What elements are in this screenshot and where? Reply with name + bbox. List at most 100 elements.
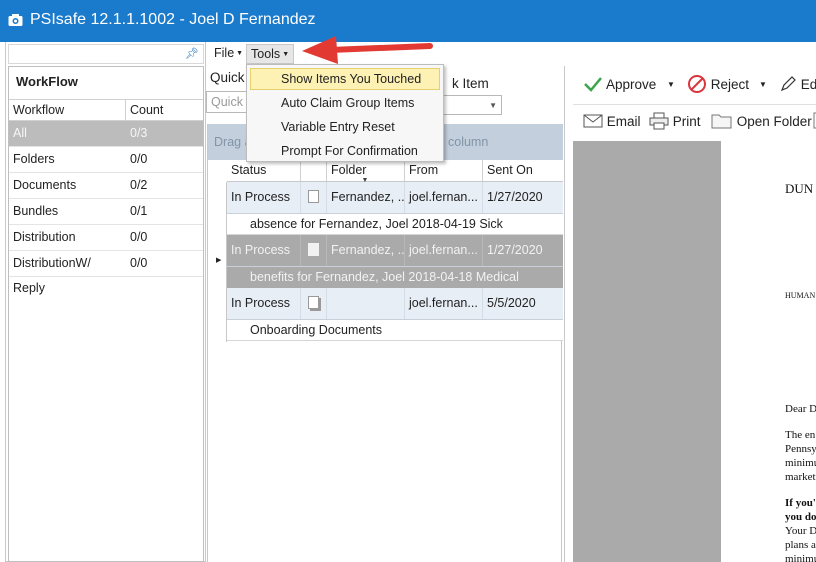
open-folder-button[interactable]: Open Folder [711,105,812,138]
workflow-item-count: 0/0 [130,152,148,166]
workflow-item-label: Bundles [13,204,59,218]
approve-label: Approve [606,77,657,92]
quick-search-input[interactable]: Quick S [206,91,248,113]
row-sent-on: 1/27/2020 [487,190,543,204]
row-folder: Fernandez, ... [327,182,405,213]
doc-text: Dear D [785,403,816,415]
workflow-item-distribution[interactable]: Distribution 0/0 [9,225,203,251]
workflow-column-headers: Workflow Count [9,99,203,121]
print-button[interactable]: Print [649,105,701,138]
email-button[interactable]: Email [583,105,641,138]
doc-text: DUN [785,181,814,196]
sent-on-column-header[interactable]: Sent On [483,160,563,181]
camera-icon [8,14,23,26]
row-indicator-column: ▶ [208,182,227,342]
workflow-item-count: 0/0 [130,256,148,270]
group-hint-text-end: column [448,135,489,149]
preview-panel: Approve ▼ Reject ▼ Ed Email Print Open F… [564,66,816,562]
workflow-item-bundles[interactable]: Bundles 0/1 [9,199,203,225]
folder-column-header[interactable]: Folder▼ [327,160,405,184]
doc-text: HUMAN [785,291,816,300]
doc-text: If you' [785,497,816,509]
search-item-label: k Item [452,76,489,91]
document-page: DUN HUMAN Dear D The en Pennsy minimu ma… [721,141,816,562]
chevron-down-icon: ▼ [236,50,244,57]
menu-item-variable-entry-reset[interactable]: Variable Entry Reset [250,116,440,138]
workflow-item-documents[interactable]: Documents 0/2 [9,173,203,199]
doc-text: market [785,471,816,483]
row-folder: Fernandez, ... [327,235,405,266]
row-from: joel.fernan... [405,235,483,266]
pencil-icon [780,76,796,92]
workflow-item-label: All [13,126,27,140]
table-row[interactable]: In Process joel.fernan... 5/5/2020 [227,288,563,320]
count-column-header[interactable]: Count [126,100,163,120]
menu-item-auto-claim-group-items[interactable]: Auto Claim Group Items [250,92,440,114]
workflow-grid: Drag a column Status Folder▼ From Sent O… [207,124,563,562]
tools-dropdown-menu: Show Items You Touched Auto Claim Group … [246,64,444,162]
workflow-panel: 📌︎ WorkFlow Workflow Count All 0/3 Folde… [5,42,206,562]
workflow-column-header[interactable]: Workflow [9,100,126,120]
menu-item-show-items-you-touched[interactable]: Show Items You Touched [250,68,440,90]
folder-column-label: Folder [331,163,367,177]
row-sent-on: 5/5/2020 [487,296,536,310]
table-row[interactable]: In Process Fernandez, ... joel.fernan...… [227,235,563,267]
title-bar: PSIsafe 12.1.1.1002 - Joel D Fernandez [0,0,816,42]
document-icon [301,235,327,266]
type-column-header[interactable] [301,160,327,181]
open-folder-label: Open Folder [736,114,812,129]
bundle-icon [301,288,327,319]
table-row[interactable]: In Process Fernandez, ... joel.fernan...… [227,182,563,214]
row-from: joel.fernan... [405,182,483,213]
doc-text: minimu [785,553,816,562]
edit-button[interactable]: Ed [779,68,816,101]
row-status: In Process [227,182,301,213]
doc-text: Your D [785,525,816,537]
workflow-item-count: 0/2 [130,178,148,192]
status-column-header[interactable]: Status [227,160,301,181]
checkmark-icon [584,77,602,92]
email-label: Email [606,114,641,129]
file-menu[interactable]: File ▼ [210,44,247,64]
file-menu-label: File [214,46,235,60]
tools-menu[interactable]: Tools ▼ [246,44,295,64]
action-toolbar: Approve ▼ Reject ▼ Ed [573,68,816,101]
workflow-item-label: Documents [13,178,77,192]
row-from: joel.fernan... [405,288,483,319]
quick-search-label: Quick [210,70,245,85]
from-column-header[interactable]: From [405,160,483,181]
reject-button[interactable]: Reject [687,68,749,101]
workflow-item-label: DistributionW/ Reply [13,256,91,295]
workflow-item-folders[interactable]: Folders 0/0 [9,147,203,173]
document-preview-area[interactable]: DUN HUMAN Dear D The en Pennsy minimu ma… [573,141,816,562]
printer-icon [649,112,669,130]
workflow-item-count: 0/0 [130,230,148,244]
search-item-select[interactable]: ▼ [443,95,502,115]
grid-column-headers: Status Folder▼ From Sent On [227,160,563,184]
row-subject[interactable]: absence for Fernandez, Joel 2018-04-19 S… [227,214,563,235]
workflow-item-distribution-reply[interactable]: DistributionW/ Reply 0/0 [9,251,203,295]
row-sent-on: 1/27/2020 [487,243,543,257]
tools-menu-label: Tools [251,47,281,61]
row-status: In Process [227,235,301,266]
reject-dropdown-icon[interactable]: ▼ [759,68,767,101]
row-subject[interactable]: benefits for Fernandez, Joel 2018-04-18 … [227,267,563,288]
approve-dropdown-icon[interactable]: ▼ [667,68,675,101]
print-label: Print [672,114,701,129]
workflow-item-count: 0/1 [130,204,148,218]
menu-item-prompt-for-confirmation[interactable]: Prompt For Confirmation [250,140,440,162]
reject-label: Reject [710,77,750,92]
document-icon [301,182,327,213]
row-folder [327,288,405,319]
workflow-item-all[interactable]: All 0/3 [9,121,203,147]
row-subject[interactable]: Onboarding Documents [227,320,563,341]
chevron-down-icon: ▼ [489,101,497,110]
approve-button[interactable]: Approve [583,68,656,101]
doc-text: The en [785,429,816,441]
workflow-header: WorkFlow [16,74,78,89]
window-title: PSIsafe 12.1.1.1002 - Joel D Fernandez [30,11,316,28]
workflow-item-count: 0/3 [130,126,148,140]
pin-icon[interactable]: 📌︎ [185,47,199,60]
document-toolbar: Email Print Open Folder [573,104,816,137]
workflow-item-label: Folders [13,152,55,166]
